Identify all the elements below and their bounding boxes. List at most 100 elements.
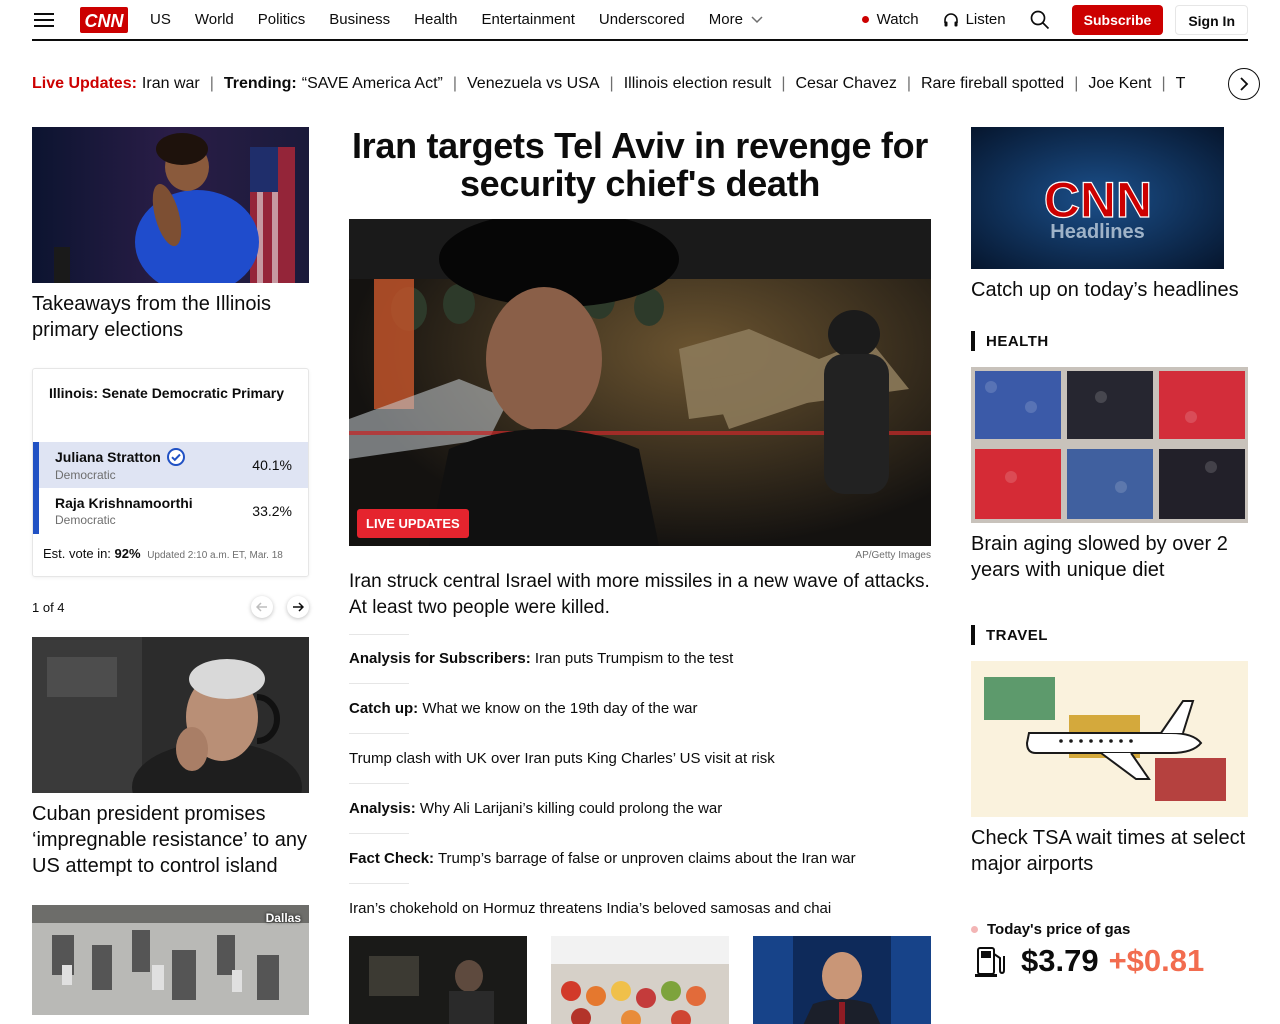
ticker-item[interactable]: “SAVE America Act” [302,75,443,93]
sign-in-button[interactable]: Sign In [1175,4,1248,35]
thumbnail-image[interactable] [753,936,931,1024]
related-story[interactable]: Fact Check: Trump’s barrage of false or … [349,848,931,870]
story-image[interactable] [971,367,1248,523]
lead-image[interactable]: LIVE UPDATES [349,219,931,546]
gas-price-widget[interactable]: Today's price of gas [971,921,1248,938]
lead-headline[interactable]: Iran targets Tel Aviv in revenge for sec… [349,127,931,203]
headlines-promo-image[interactable]: CNN Headlines [971,127,1224,269]
ticker-item[interactable]: Joe Kent [1088,75,1151,93]
story-text: Iran puts Trumpism to the test [534,650,734,667]
story-headline[interactable]: Takeaways from the Illinois primary elec… [32,291,309,343]
candidate-party: Democratic [55,468,116,482]
image-credit: AP/Getty Images [855,550,931,561]
ticker-separator: | [906,75,911,92]
thumbnail-image[interactable] [551,936,729,1024]
related-story[interactable]: Iran’s chokehold on Hormuz threatens Ind… [349,898,931,920]
candidate-percent: 33.2% [252,503,292,519]
svg-text:CNN: CNN [85,11,125,31]
gas-dot-icon [971,926,978,933]
section-bar [971,331,975,351]
carousel-pager: 1 of 4 [32,595,309,619]
image-tag: Dallas [265,911,301,925]
svg-text:CNN: CNN [1044,172,1152,228]
trending-ticker: Live Updates: Iran war | Trending: “SAVE… [32,70,1262,98]
ticker-item[interactable]: Cesar Chavez [795,75,896,93]
ticker-item[interactable]: Illinois election result [624,75,772,93]
story-text: Iran’s chokehold on Hormuz threatens Ind… [349,900,832,917]
candidate-name: Juliana Stratton [55,449,161,465]
related-story[interactable]: Trump clash with UK over Iran puts King … [349,748,931,770]
nav-health[interactable]: Health [414,11,457,28]
story-image[interactable] [32,127,309,283]
nav-world[interactable]: World [195,11,234,28]
live-updates-label: Live Updates: [32,75,137,92]
ticker-live-item[interactable]: Iran war [142,75,200,93]
divider [349,783,409,784]
thumbnail-image[interactable] [349,936,527,1024]
nav-more[interactable]: More [709,11,763,28]
arrow-right-icon [293,602,304,612]
story-image[interactable]: Dallas [32,905,309,1015]
ticker-next-button[interactable] [1228,68,1260,100]
nav-us[interactable]: US [150,11,171,28]
ticker-item[interactable]: T [1176,75,1186,93]
story-headline[interactable]: Brain aging slowed by over 2 years with … [971,531,1248,583]
candidate-row-winner[interactable]: Juliana Stratton Democratic 40.1% [33,442,308,488]
ticker-separator: | [781,75,786,92]
candidate-row[interactable]: Raja Krishnamoorthi Democratic 33.2% [33,488,308,534]
header-actions: Watch Listen Subscribe Sign In [861,4,1248,35]
related-story[interactable]: Analysis for Subscribers: Iran puts Trum… [349,648,931,670]
section-header-travel[interactable]: TRAVEL [971,625,1248,645]
divider [349,733,409,734]
nav-entertainment[interactable]: Entertainment [482,11,575,28]
story-headline[interactable]: Cuban president promises ‘impregnable re… [32,801,309,879]
story-text: Trump’s barrage of false or unproven cla… [437,850,856,867]
winner-check-icon [166,448,185,466]
nav-business[interactable]: Business [329,11,390,28]
story-text: What we know on the 19th day of the war [422,700,698,717]
story-headline[interactable]: Check TSA wait times at select major air… [971,825,1248,877]
live-dot-icon [861,16,869,23]
story-text: Why Ali Larijani’s killing could prolong… [419,800,723,817]
gas-pump-icon [975,947,1005,977]
promo-brand: Headlines [1050,221,1145,243]
ticker-item[interactable]: Venezuela vs USA [467,75,600,93]
listen-link[interactable]: Listen [943,11,1006,28]
watch-link[interactable]: Watch [861,11,919,28]
nav-politics[interactable]: Politics [258,11,306,28]
story-image[interactable] [32,637,309,793]
est-label: Est. vote in: [43,546,111,561]
nav-more-label: More [708,11,743,28]
divider [349,634,409,635]
ticker-separator: | [452,75,457,92]
gas-change: +$0.81 [1108,943,1205,978]
ticker-separator: | [1074,75,1079,92]
story-label: Catch up: [349,700,419,717]
lead-summary[interactable]: Iran struck central Israel with more mis… [349,569,931,621]
related-story[interactable]: Analysis: Why Ali Larijani’s killing cou… [349,798,931,820]
candidate-percent: 40.1% [252,457,292,473]
subscribe-button[interactable]: Subscribe [1071,4,1164,35]
pager-prev-button[interactable] [251,596,273,618]
arrow-left-icon [256,602,267,612]
section-header-health[interactable]: HEALTH [971,331,1248,351]
cnn-logo[interactable]: CNN [80,6,128,33]
site-header: CNN US World Politics Business Health En… [32,0,1248,41]
candidate-name: Raja Krishnamoorthi [55,495,193,511]
thumbnail-row [349,936,931,1024]
pager-next-button[interactable] [287,596,309,618]
watch-label: Watch [876,11,919,28]
story-image[interactable] [971,661,1248,817]
nav-underscored[interactable]: Underscored [599,11,685,28]
search-icon[interactable] [1030,10,1050,30]
right-column: CNN Headlines Catch up on today’s headli… [971,127,1248,980]
promo-headline[interactable]: Catch up on today’s headlines [971,277,1248,303]
headphones-icon [943,12,958,26]
ticker-separator: | [609,75,614,92]
section-label: TRAVEL [986,626,1048,644]
estimated-vote: Est. vote in: 92% Updated 2:10 a.m. ET, … [33,534,308,561]
ticker-item[interactable]: Rare fireball spotted [921,75,1064,93]
related-story[interactable]: Catch up: What we know on the 19th day o… [349,698,931,720]
menu-icon[interactable] [34,12,54,27]
divider [349,683,409,684]
